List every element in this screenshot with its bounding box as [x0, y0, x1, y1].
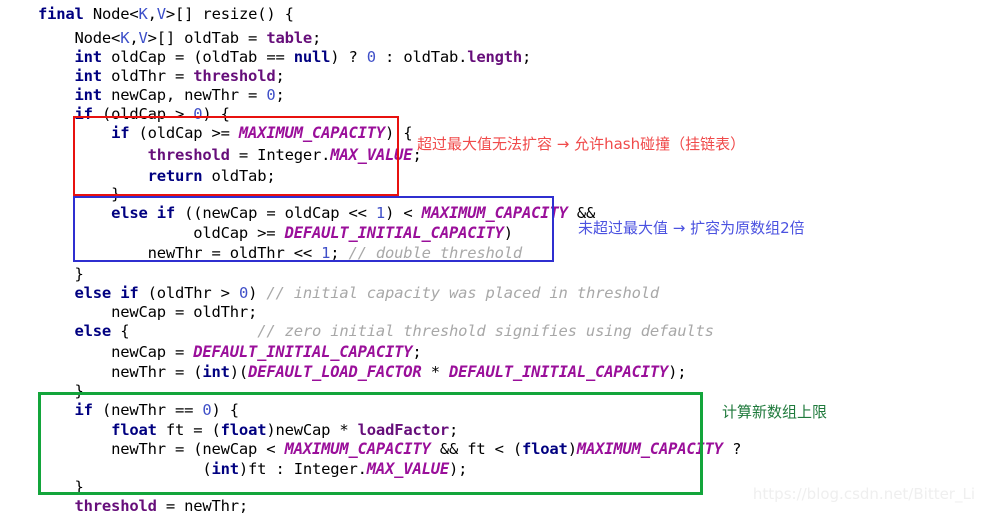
code-line: (int)ft : Integer.MAX_VALUE); [202, 460, 468, 478]
code-line: newThr = oldThr << 1; // double threshol… [147, 244, 523, 262]
annotation-label-red: 超过最大值无法扩容 → 允许hash碰撞（挂链表） [417, 135, 746, 153]
code-line: threshold = newThr; [74, 497, 249, 515]
annotation-label-green: 计算新数组上限 [722, 403, 828, 421]
code-line: newThr = (int)(DEFAULT_LOAD_FACTOR * DEF… [111, 363, 687, 381]
code-line: if (oldCap >= MAXIMUM_CAPACITY) { [111, 124, 413, 142]
watermark: https://blog.csdn.net/Bitter_Li [752, 485, 975, 503]
code-listing: final Node<K,V>[] resize() { Node<K,V>[]… [0, 0, 981, 515]
annotation-label-blue: 未超过最大值 → 扩容为原数组2倍 [578, 219, 805, 237]
code-line: final Node<K,V>[] resize() { [38, 5, 294, 23]
